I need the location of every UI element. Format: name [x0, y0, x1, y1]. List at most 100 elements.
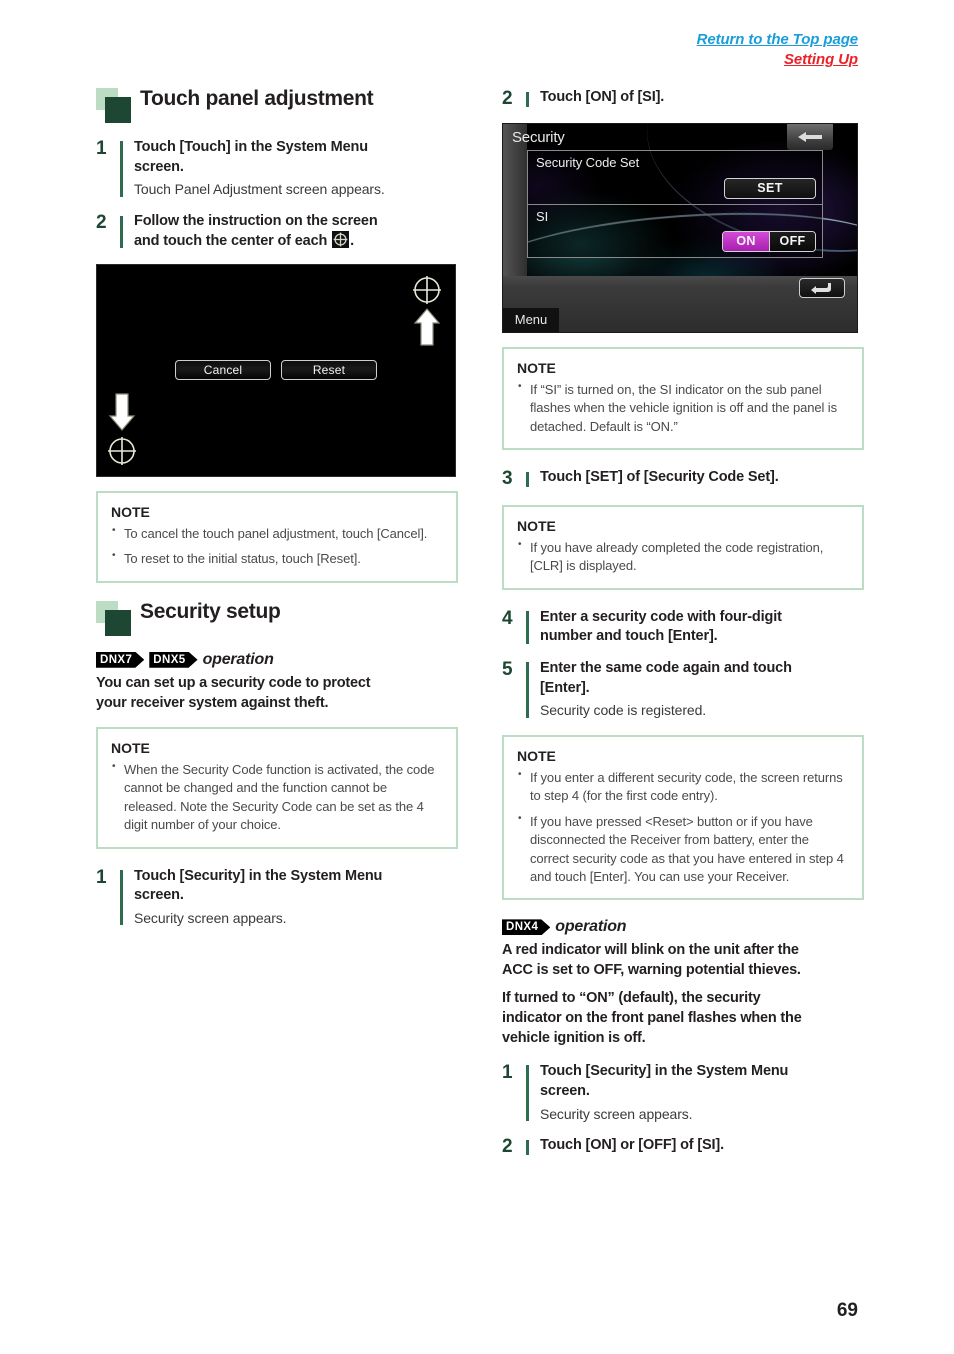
step-number: 2 [502, 1136, 513, 1158]
reset-button[interactable]: Reset [281, 360, 377, 381]
note-touch-panel: NOTE To cancel the touch panel adjustmen… [96, 490, 458, 583]
section-heading-security-setup: Security setup [96, 599, 458, 636]
return-to-top-page-link[interactable]: Return to the Top page [697, 30, 859, 50]
note-list: When the Security Code function is activ… [111, 760, 443, 835]
step-title-line-1: Touch [Security] in the System Menu [134, 867, 383, 884]
security-intro-text: You can set up a security code to protec… [96, 673, 458, 713]
si-off-button[interactable]: OFF [769, 231, 815, 251]
step-title: Touch [SET] of [Security Code Set]. [540, 469, 779, 486]
operation-label: operation [202, 650, 274, 668]
security-code-set-label: Security Code Set [536, 154, 640, 170]
step-title-line-1: Follow the instruction on the screen [134, 212, 378, 229]
step-divider-bar [120, 141, 123, 197]
operation-line-dnx75: DNX7 DNX5 operation [96, 651, 458, 669]
note-si-indicator: NOTE If “SI” is turned on, the SI indica… [502, 346, 864, 451]
crosshair-target-bottom-left-icon [105, 434, 139, 468]
step-number: 1 [96, 138, 107, 159]
back-arrow-button[interactable] [787, 123, 833, 150]
step-title-line-1: Touch [Touch] in the System Menu [134, 139, 368, 155]
step-security-4: 4 Enter a security code with four-digit … [502, 608, 864, 647]
operation-label: operation [555, 918, 627, 936]
step-content: Touch [Touch] in the System Menu screen.… [134, 138, 458, 200]
touch-panel-adjustment-screenshot: Cancel Reset [96, 263, 456, 477]
step-content: Touch [ON] or [OFF] of [SI]. [540, 1136, 864, 1159]
note-item: If you have pressed <Reset> button or if… [517, 812, 849, 887]
note-item: To reset to the initial status, touch [R… [111, 549, 443, 568]
step-number: 2 [502, 88, 513, 109]
note-list: If you have already completed the code r… [517, 538, 849, 576]
step-content: Enter a security code with four-digit nu… [540, 608, 864, 647]
note-list: If “SI” is turned on, the SI indicator o… [517, 380, 849, 436]
step-content: Touch [SET] of [Security Code Set]. [540, 468, 864, 491]
note-title: NOTE [517, 517, 556, 534]
note-item: When the Security Code function is activ… [111, 760, 443, 835]
note-code-entry: NOTE If you enter a different security c… [502, 734, 864, 901]
dnx4-paragraph-2: If turned to “ON” (default), the securit… [502, 988, 864, 1048]
step-number: 1 [502, 1062, 513, 1084]
section-title-security: Security setup [140, 599, 281, 623]
step-dnx4-1: 1 Touch [Security] in the System Menu sc… [502, 1062, 864, 1124]
dnx4-p1-line-1: A red indicator will blink on the unit a… [502, 942, 799, 959]
security-screen-screenshot: Security Security Code Set SET SI ON OFF [502, 122, 858, 333]
step-number: 1 [96, 866, 107, 888]
note-title: NOTE [111, 739, 150, 756]
step-divider-bar [120, 215, 123, 248]
section-heading-touch-panel: Touch panel adjustment [96, 87, 458, 123]
security-code-set-row: Security Code Set SET [528, 151, 822, 204]
step-content: Follow the instruction on the screen and… [134, 212, 458, 252]
right-column: 2 Touch [ON] of [SI]. Security Security … [502, 88, 864, 1171]
step-divider-bar [120, 869, 123, 926]
note-title: NOTE [517, 359, 556, 376]
step-subtext: Security screen appears. [134, 909, 287, 926]
step-security-5: 5 Enter the same code again and touch [E… [502, 659, 864, 721]
step-title-period: . [350, 233, 354, 250]
step-divider-bar [526, 1140, 529, 1155]
step-content: Touch [ON] of [SI]. [540, 88, 864, 111]
step-divider-bar [526, 610, 529, 644]
step-dnx4-2: 2 Touch [ON] or [OFF] of [SI]. [502, 1136, 864, 1159]
step-divider-bar [526, 661, 529, 718]
page-number: 69 [836, 1300, 858, 1321]
setting-up-link[interactable]: Setting Up [697, 50, 858, 70]
arrow-down-icon [108, 392, 136, 432]
operation-line-dnx4: DNX4 operation [502, 918, 864, 936]
step-title-line-1: Enter the same code again and touch [540, 659, 792, 676]
step-subtext: Security screen appears. [540, 1105, 693, 1122]
security-intro-line-1: You can set up a security code to protec… [96, 674, 371, 691]
step-divider-bar [526, 92, 529, 107]
step-subtext: Security code is registered. [540, 702, 707, 719]
step-title-line-2: number and touch [Enter]. [540, 628, 718, 645]
dnx4-p1-line-2: ACC is set to OFF, warning potential thi… [502, 962, 801, 979]
note-item: If you enter a different security code, … [517, 768, 849, 806]
note-title: NOTE [111, 503, 150, 520]
si-label: SI [536, 208, 549, 224]
note-item: To cancel the touch panel adjustment, to… [111, 524, 443, 543]
step-security-1: 1 Touch [Security] in the System Menu sc… [96, 867, 458, 929]
step-title-line-2: and touch the center of each . [134, 231, 458, 252]
step-title-line-1: Touch [Security] in the System Menu [540, 1063, 789, 1080]
menu-button[interactable]: Menu [503, 307, 559, 332]
crosshair-target-top-right-icon [410, 273, 444, 307]
si-row: SI ON OFF [528, 203, 822, 257]
dnx4-p2-line-3: vehicle ignition is off. [502, 1030, 646, 1047]
header-links: Return to the Top page Setting Up [697, 30, 859, 71]
step-title-line-1: Enter a security code with four-digit [540, 608, 782, 625]
arrow-up-icon [413, 307, 441, 347]
note-title: NOTE [517, 747, 556, 764]
step-touch-2: 2 Follow the instruction on the screen a… [96, 212, 458, 252]
cancel-button[interactable]: Cancel [175, 360, 271, 381]
heading-square-dark-icon [105, 97, 131, 123]
left-column: Touch panel adjustment 1 Touch [Touch] i… [96, 87, 458, 940]
set-button[interactable]: SET [724, 177, 816, 199]
step-content: Touch [Security] in the System Menu scre… [134, 867, 458, 929]
si-toggle[interactable]: ON OFF [722, 230, 816, 252]
step-title: Touch [ON] or [OFF] of [SI]. [540, 1137, 724, 1154]
security-settings-panel: Security Code Set SET SI ON OFF [527, 149, 823, 258]
crosshair-icon [332, 231, 350, 249]
step-number: 3 [502, 468, 513, 490]
note-list: If you enter a different security code, … [517, 768, 849, 887]
return-button[interactable] [799, 277, 845, 298]
dnx4-p2-line-2: indicator on the front panel flashes whe… [502, 1010, 802, 1027]
note-security-code: NOTE When the Security Code function is … [96, 726, 458, 849]
si-on-button[interactable]: ON [723, 231, 769, 251]
